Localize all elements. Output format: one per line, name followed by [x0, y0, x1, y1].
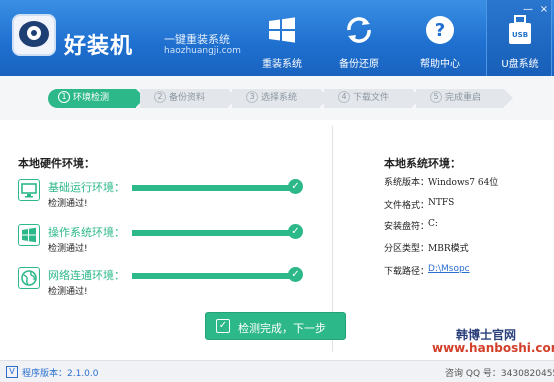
qq-contact: 咨询 QQ 号：3430820455: [445, 369, 554, 379]
svg-text:?: ?: [435, 20, 445, 41]
sys-row-version: 系统版本： Windows7 64位: [384, 175, 498, 188]
env-label: 操作系统环境：: [48, 226, 125, 239]
nav-label: 备份还原: [339, 59, 379, 70]
env-label: 基础运行环境：: [48, 181, 125, 194]
windows-icon: [18, 224, 40, 246]
app-slogan: 一键重装系统: [164, 33, 230, 46]
windows-icon: [269, 17, 295, 43]
next-step-button[interactable]: ✓ 检测完成，下一步: [205, 312, 346, 340]
env-progress-bar: [132, 273, 292, 279]
sys-row-download-path: 下载路径： D:\Msopc: [384, 264, 470, 277]
step-download-files: 4 下载文件: [324, 89, 412, 108]
check-icon: ✓: [288, 224, 303, 239]
step-finish-restart: 5 完成重启: [416, 89, 504, 108]
sys-key: 下载路径：: [384, 267, 430, 277]
sys-key: 安装盘符：: [384, 222, 430, 232]
minimize-button[interactable]: —: [522, 4, 534, 15]
nav-label: U盘系统: [501, 59, 539, 70]
version-label: 程序版本：2.1.0.0: [22, 369, 99, 379]
app-url: haozhuangji.com: [164, 46, 241, 56]
watermark-en: www.hanboshi.com: [432, 341, 554, 355]
close-button[interactable]: ×: [538, 4, 550, 15]
check-box-icon: ✓: [216, 319, 230, 333]
env-row-basic: 基础运行环境： 检测通过! ✓: [18, 179, 318, 213]
env-status: 检测通过!: [48, 287, 88, 297]
nav-label: 帮助中心: [420, 59, 460, 70]
monitor-icon: [18, 179, 40, 201]
next-step-label: 检测完成，下一步: [238, 322, 326, 335]
usb-icon: USB: [509, 15, 531, 44]
check-icon: ✓: [288, 267, 303, 282]
nav-backup-restore[interactable]: 备份还原: [326, 0, 392, 76]
app-title: 好装机: [64, 34, 134, 59]
status-bar: V 程序版本：2.1.0.0 咨询 QQ 号：3430820455: [0, 360, 554, 382]
sys-value: C:: [428, 219, 438, 229]
sys-row-format: 文件格式： NTFS: [384, 198, 454, 211]
sys-row-partition: 分区类型： MBR模式: [384, 241, 469, 254]
app-logo-icon: [12, 14, 56, 56]
env-progress-bar: [132, 185, 292, 191]
env-status: 检测通过!: [48, 244, 88, 254]
sys-row-drive: 安装盘符： C:: [384, 219, 438, 232]
nav-help-center[interactable]: ? 帮助中心: [407, 0, 473, 76]
env-label: 网络连通环境：: [48, 269, 125, 282]
sys-value: Windows7 64位: [428, 178, 499, 188]
sys-value: MBR模式: [428, 244, 469, 254]
progress-steps: 1 环境检测 2 备份资料 3 选择系统 4 下载文件 5 完成重启: [0, 76, 554, 120]
sys-value: NTFS: [428, 198, 455, 208]
nav-reinstall-system[interactable]: 重装系统: [249, 0, 315, 76]
system-section-title: 本地系统环境：: [384, 157, 461, 170]
app-header: 好装机 一键重装系统 haozhuangji.com 重装系统 备份还原 ? 帮…: [0, 0, 554, 76]
refresh-icon: [347, 17, 371, 43]
globe-icon: [18, 267, 40, 289]
hardware-section-title: 本地硬件环境：: [18, 157, 95, 170]
env-row-os: 操作系统环境： 检测通过! ✓: [18, 224, 318, 258]
env-status: 检测通过!: [48, 199, 88, 209]
sys-key: 系统版本：: [384, 178, 430, 188]
sys-key: 分区类型：: [384, 244, 430, 254]
step-backup-data: 2 备份资料: [140, 89, 228, 108]
version-icon: V: [6, 366, 18, 378]
check-icon: ✓: [288, 179, 303, 194]
step-environment-check: 1 环境检测: [48, 89, 136, 108]
step-select-system: 3 选择系统: [232, 89, 320, 108]
env-progress-bar: [132, 230, 292, 236]
sys-key: 文件格式：: [384, 201, 430, 211]
svg-text:USB: USB: [512, 31, 528, 39]
env-row-network: 网络连通环境： 检测通过! ✓: [18, 267, 318, 301]
help-icon: ?: [426, 16, 454, 44]
nav-label: 重装系统: [262, 59, 302, 70]
download-path-link[interactable]: D:\Msopc: [428, 264, 470, 274]
